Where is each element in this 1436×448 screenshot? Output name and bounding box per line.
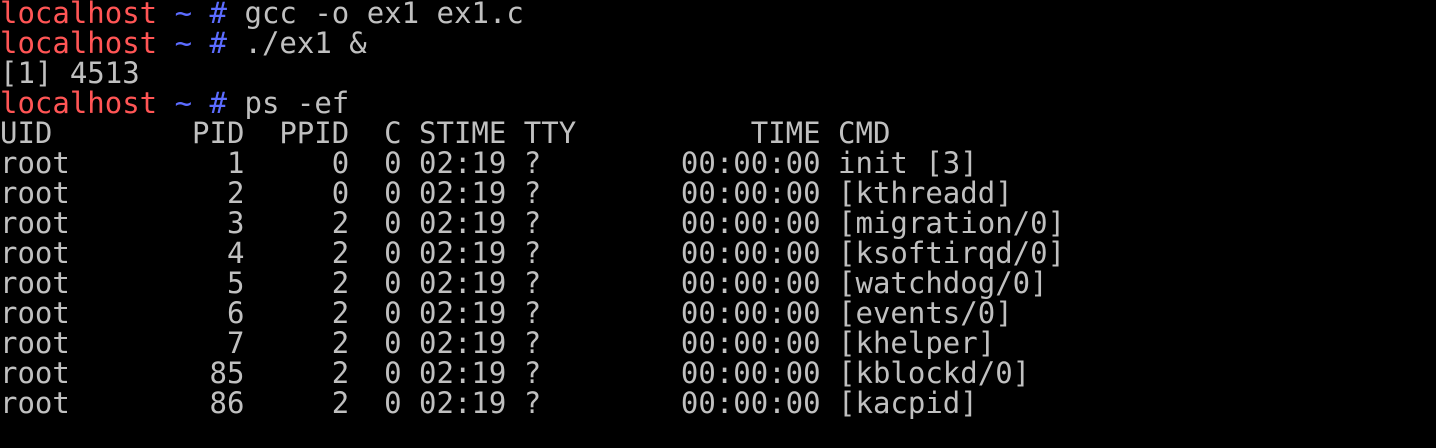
command-text: ./ex1 & bbox=[244, 27, 367, 59]
terminal-window[interactable]: localhost ~ # gcc -o ex1 ex1.c localhost… bbox=[0, 0, 1436, 448]
ps-row: root 85 2 0 02:19 ? 00:00:00 [kblockd/0] bbox=[0, 357, 1031, 389]
prompt-symbol: # bbox=[209, 87, 228, 119]
command-text: ps -ef bbox=[244, 87, 350, 119]
command-text: gcc -o ex1 ex1.c bbox=[244, 0, 524, 29]
prompt-symbol: # bbox=[209, 27, 228, 59]
ps-row: root 7 2 0 02:19 ? 00:00:00 [khelper] bbox=[0, 327, 996, 359]
ps-row: root 5 2 0 02:19 ? 00:00:00 [watchdog/0] bbox=[0, 267, 1048, 299]
ps-row: root 4 2 0 02:19 ? 00:00:00 [ksoftirqd/0… bbox=[0, 237, 1066, 269]
job-output-line: [1] 4513 bbox=[0, 57, 140, 89]
ps-header-line: UID PID PPID C STIME TTY TIME CMD bbox=[0, 117, 891, 149]
ps-row: root 6 2 0 02:19 ? 00:00:00 [events/0] bbox=[0, 297, 1013, 329]
ps-row: root 1 0 0 02:19 ? 00:00:00 init [3] bbox=[0, 147, 978, 179]
prompt-symbol: # bbox=[209, 0, 228, 29]
ps-row: root 3 2 0 02:19 ? 00:00:00 [migration/0… bbox=[0, 207, 1066, 239]
prompt-dir: ~ bbox=[174, 87, 193, 119]
prompt-dir: ~ bbox=[174, 0, 193, 29]
ps-row: root 86 2 0 02:19 ? 00:00:00 [kacpid] bbox=[0, 387, 978, 419]
prompt-host: localhost bbox=[0, 0, 158, 29]
prompt-line: localhost ~ # gcc -o ex1 ex1.c bbox=[0, 0, 1436, 29]
prompt-dir: ~ bbox=[174, 27, 193, 59]
prompt-host: localhost bbox=[0, 87, 158, 119]
prompt-line: localhost ~ # ps -ef bbox=[0, 87, 1436, 119]
ps-row: root 2 0 0 02:19 ? 00:00:00 [kthreadd] bbox=[0, 177, 1013, 209]
prompt-line: localhost ~ # ./ex1 & bbox=[0, 27, 1436, 59]
prompt-host: localhost bbox=[0, 27, 158, 59]
